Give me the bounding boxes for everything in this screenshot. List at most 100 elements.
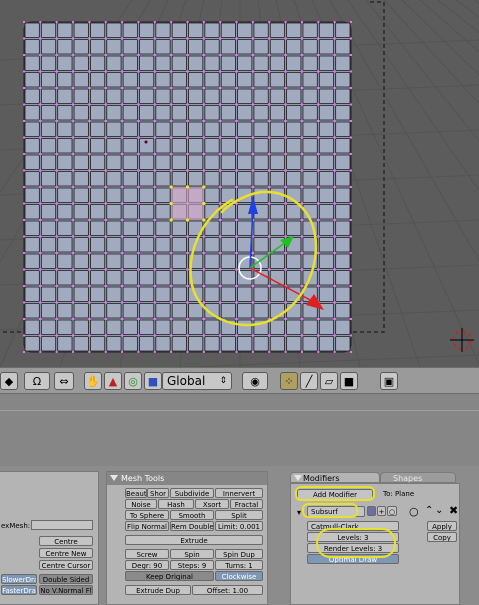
mesh-face xyxy=(106,286,122,302)
mesh-vertex xyxy=(55,54,58,56)
mesh-vertex xyxy=(23,87,25,89)
square-icon[interactable]: ■ xyxy=(144,372,162,390)
cube-icon[interactable]: ■ xyxy=(340,372,358,390)
edge-select-icon[interactable]: ╱ xyxy=(300,372,318,390)
centre-new-button[interactable]: Centre New xyxy=(39,548,93,558)
keep-original-toggle[interactable]: Keep Original xyxy=(125,571,214,581)
subdivision-type-select[interactable]: Catmull-Clark xyxy=(307,521,399,531)
render-toggle-icon[interactable] xyxy=(367,506,376,516)
mesh-vertex xyxy=(153,351,156,353)
move-down-icon[interactable]: ⌄ xyxy=(435,505,443,516)
cage-toggle-icon[interactable]: ○ xyxy=(409,505,419,518)
to-sphere-button[interactable]: To Sphere xyxy=(125,510,169,520)
mesh-vertex xyxy=(317,351,320,353)
extrude-dup-button[interactable]: Extrude Dup xyxy=(125,585,191,595)
screw-button[interactable]: Screw xyxy=(125,549,169,559)
mesh-face xyxy=(269,286,286,302)
rem-double-button[interactable]: Rem Double xyxy=(170,521,214,531)
mesh-vertex xyxy=(219,120,222,122)
mesh-face xyxy=(73,39,89,55)
collapse-triangle-icon[interactable] xyxy=(110,475,118,481)
close-icon[interactable]: ✖ xyxy=(449,504,458,517)
rotate-icon[interactable]: ▲ xyxy=(104,372,122,390)
expand-triangle-icon[interactable]: ▾ xyxy=(297,508,301,517)
mesh-face xyxy=(286,55,302,71)
mesh-vertex xyxy=(88,54,91,56)
tab-modifiers[interactable]: Modifiers xyxy=(290,472,380,483)
scale-icon[interactable]: ⇔ xyxy=(54,372,74,390)
realtime-toggle-icon[interactable]: + xyxy=(377,506,386,516)
noise-button[interactable]: Noise xyxy=(125,499,157,509)
mesh-vertex xyxy=(219,136,222,139)
viewport-canvas[interactable] xyxy=(0,0,479,367)
mesh-vertex xyxy=(72,153,75,155)
orientation-select[interactable]: Global ⇕ xyxy=(162,372,232,390)
mesh-vertex xyxy=(104,120,107,122)
offset-field[interactable]: Offset: 1.00 xyxy=(192,585,263,595)
mesh-vertex xyxy=(104,136,107,139)
mesh-vertex xyxy=(104,268,107,271)
hand-icon[interactable]: ✋ xyxy=(84,372,102,390)
optimal-draw-toggle[interactable]: Optimal Draw xyxy=(307,554,399,564)
short-toggle[interactable]: Shor xyxy=(147,488,169,498)
mesh-face xyxy=(106,39,122,55)
mesh-vertex xyxy=(333,136,336,139)
double-sided-toggle[interactable]: Double Sided xyxy=(39,574,93,584)
mesh-name-field[interactable] xyxy=(31,520,93,530)
faster-draw-button[interactable]: FasterDra xyxy=(1,585,37,595)
3d-viewport[interactable] xyxy=(0,0,479,367)
clockwise-toggle[interactable]: Clockwise xyxy=(215,571,263,581)
mesh-vertex xyxy=(153,301,156,304)
centre-cursor-button[interactable]: Centre Cursor xyxy=(39,560,93,570)
mesh-face xyxy=(24,336,40,352)
centre-button[interactable]: Centre xyxy=(39,536,93,546)
innervert-select[interactable]: Innervert xyxy=(215,488,263,498)
face-select-icon[interactable]: ▱ xyxy=(320,372,338,390)
pivot-icon[interactable]: ◉ xyxy=(242,372,268,390)
modifier-name-field[interactable]: Subsurf xyxy=(307,506,365,517)
smooth-button[interactable]: Smooth xyxy=(170,510,214,520)
spin-button[interactable]: Spin xyxy=(170,549,214,559)
no-vnormal-flip-toggle[interactable]: No V.Normal Fl xyxy=(39,585,93,595)
tab-shapes-label: Shapes xyxy=(393,474,423,483)
copy-button[interactable]: Copy xyxy=(427,532,457,542)
mesh-face xyxy=(24,72,40,88)
mesh-face xyxy=(335,171,351,187)
split-button[interactable]: Split xyxy=(215,510,263,520)
degr-field[interactable]: Degr: 90 xyxy=(125,560,169,570)
mesh-vertex xyxy=(219,334,222,337)
fractal-button[interactable]: Fractal xyxy=(230,499,263,509)
add-modifier-button[interactable]: Add Modifier xyxy=(297,489,373,500)
ring-icon[interactable]: ◎ xyxy=(124,372,142,390)
mesh-vertex xyxy=(350,37,352,40)
mesh-vertex xyxy=(333,87,336,89)
mesh-icon[interactable]: ◆ xyxy=(0,372,18,390)
xsort-button[interactable]: Xsort xyxy=(195,499,229,509)
magnet-icon[interactable]: Ω xyxy=(24,372,50,390)
subdivide-button[interactable]: Subdivide xyxy=(170,488,214,498)
hash-button[interactable]: Hash xyxy=(158,499,194,509)
mesh-vertex xyxy=(235,219,238,221)
editmode-toggle-icon[interactable]: ○ xyxy=(387,506,397,516)
render-levels-field[interactable]: Render Levels: 3 xyxy=(307,543,399,553)
tab-shapes[interactable]: Shapes xyxy=(380,472,456,483)
slower-draw-button[interactable]: SlowerDra xyxy=(1,574,37,584)
mesh-tools-header[interactable]: Mesh Tools xyxy=(107,472,267,485)
mesh-vertex xyxy=(284,202,287,205)
move-up-icon[interactable]: ⌃ xyxy=(425,505,433,516)
turns-field[interactable]: Turns: 1 xyxy=(215,560,263,570)
mesh-vertex xyxy=(300,169,303,172)
steps-field[interactable]: Steps: 9 xyxy=(170,560,214,570)
mesh-vertex xyxy=(153,268,156,271)
flip-normal-button[interactable]: Flip Normal xyxy=(125,521,169,531)
extrude-button[interactable]: Extrude xyxy=(125,535,263,545)
mesh-vertex xyxy=(104,169,107,172)
apply-button[interactable]: Apply xyxy=(427,521,457,531)
collapse-triangle-icon[interactable] xyxy=(294,475,302,481)
levels-field[interactable]: Levels: 3 xyxy=(307,532,399,542)
vertex-select-icon[interactable]: ⁘ xyxy=(280,372,298,390)
limit-field[interactable]: Limit: 0.001 xyxy=(215,521,263,531)
render-icon[interactable]: ▣ xyxy=(380,372,398,390)
beauty-toggle[interactable]: Beaut xyxy=(125,488,147,498)
spin-dup-button[interactable]: Spin Dup xyxy=(215,549,263,559)
